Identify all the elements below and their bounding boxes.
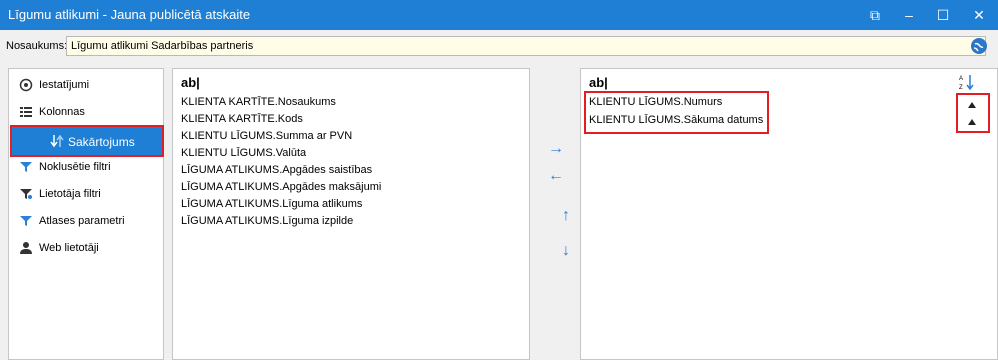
sidebar-item-label: Sakārtojums: [68, 135, 135, 149]
arrow-right-icon: →: [548, 140, 564, 157]
list-item[interactable]: KLIENTA KARTĪTE.Nosaukums: [181, 94, 336, 111]
list-item[interactable]: LĪGUMA ATLIKUMS.Līguma izpilde: [181, 213, 353, 230]
sidebar-item-label: Iestatījumi: [39, 79, 90, 91]
window-title: Līgumu atlikumi - Jauna publicētā atskai…: [8, 7, 251, 22]
sidebar-item-web-lietotaji[interactable]: Web lietotāji: [9, 236, 163, 260]
arrow-left-icon: ←: [548, 167, 564, 184]
gear-icon: [19, 78, 33, 92]
add-column-button[interactable]: →: [544, 138, 568, 160]
sort-direction-highlight: [956, 93, 990, 133]
minimize-button[interactable]: –: [892, 0, 926, 30]
sidebar-item-sakartojums[interactable]: Sakārtojums: [10, 125, 164, 157]
list-item[interactable]: LĪGUMA ATLIKUMS.Apgādes saistības: [181, 162, 372, 179]
svg-text:A: A: [959, 76, 963, 82]
sidebar-item-label: Noklusētie filtri: [39, 161, 111, 173]
close-button[interactable]: ✕: [962, 0, 996, 30]
svg-text:Z: Z: [959, 85, 963, 91]
list-item[interactable]: KLIENTU LĪGUMS.Valūta: [181, 145, 306, 162]
list-header: ab|: [589, 75, 608, 90]
funnel-icon: [19, 214, 33, 228]
sidebar-item-label: Lietotāja filtri: [39, 188, 101, 200]
list-item[interactable]: KLIENTU LĪGUMS.Sākuma datums: [589, 112, 763, 129]
sort-ascending-icon[interactable]: [968, 102, 976, 108]
user-filter-icon: [19, 187, 33, 201]
title-bar: Līgumu atlikumi - Jauna publicētā atskai…: [0, 0, 998, 30]
list-item[interactable]: LĪGUMA ATLIKUMS.Apgādes maksājumi: [181, 179, 381, 196]
sort-icon: [50, 134, 64, 148]
sidebar-item-label: Web lietotāji: [39, 242, 99, 254]
settings-sidebar: Iestatījumi Kolonnas Sakārtojums Noklusē…: [8, 68, 164, 360]
sidebar-item-iestatijumi[interactable]: Iestatījumi: [9, 73, 163, 97]
arrow-up-icon: ↑: [562, 207, 570, 224]
remove-column-button[interactable]: ←: [544, 165, 568, 187]
name-label: Nosaukums:: [6, 40, 68, 52]
list-item[interactable]: KLIENTA KARTĪTE.Kods: [181, 111, 303, 128]
columns-icon: [19, 105, 33, 119]
sidebar-item-kolonnas[interactable]: Kolonnas: [9, 100, 163, 124]
maximize-button[interactable]: ☐: [926, 0, 960, 30]
sort-az-icon[interactable]: AZ: [959, 73, 975, 91]
name-input[interactable]: [66, 36, 986, 56]
sidebar-item-nokluseti-filtri[interactable]: Noklusētie filtri: [9, 155, 163, 179]
name-row: Nosaukums:: [0, 30, 998, 64]
arrow-down-icon: ↓: [562, 242, 570, 259]
sidebar-item-label: Atlases parametri: [39, 215, 125, 227]
available-columns-list[interactable]: ab| KLIENTA KARTĪTE.Nosaukums KLIENTA KA…: [172, 68, 530, 360]
list-item[interactable]: KLIENTU LĪGUMS.Numurs: [589, 94, 722, 111]
move-up-button[interactable]: ↑: [554, 205, 578, 227]
sidebar-item-lietotaja-filtri[interactable]: Lietotāja filtri: [9, 182, 163, 206]
list-header: ab|: [181, 75, 200, 90]
sort-ascending-icon[interactable]: [968, 119, 976, 125]
sidebar-item-label: Kolonnas: [39, 106, 85, 118]
filter-icon: [19, 160, 33, 174]
list-item[interactable]: KLIENTU LĪGUMS.Summa ar PVN: [181, 128, 352, 145]
restore-icon[interactable]: ⧉: [858, 0, 892, 30]
move-down-button[interactable]: ↓: [554, 240, 578, 262]
sort-columns-list[interactable]: ab| KLIENTU LĪGUMS.Numurs KLIENTU LĪGUMS…: [580, 68, 998, 360]
globe-icon[interactable]: [971, 38, 987, 54]
user-icon: [19, 241, 33, 255]
list-item[interactable]: LĪGUMA ATLIKUMS.Līguma atlikums: [181, 196, 362, 213]
sidebar-item-atlases-parametri[interactable]: Atlases parametri: [9, 209, 163, 233]
